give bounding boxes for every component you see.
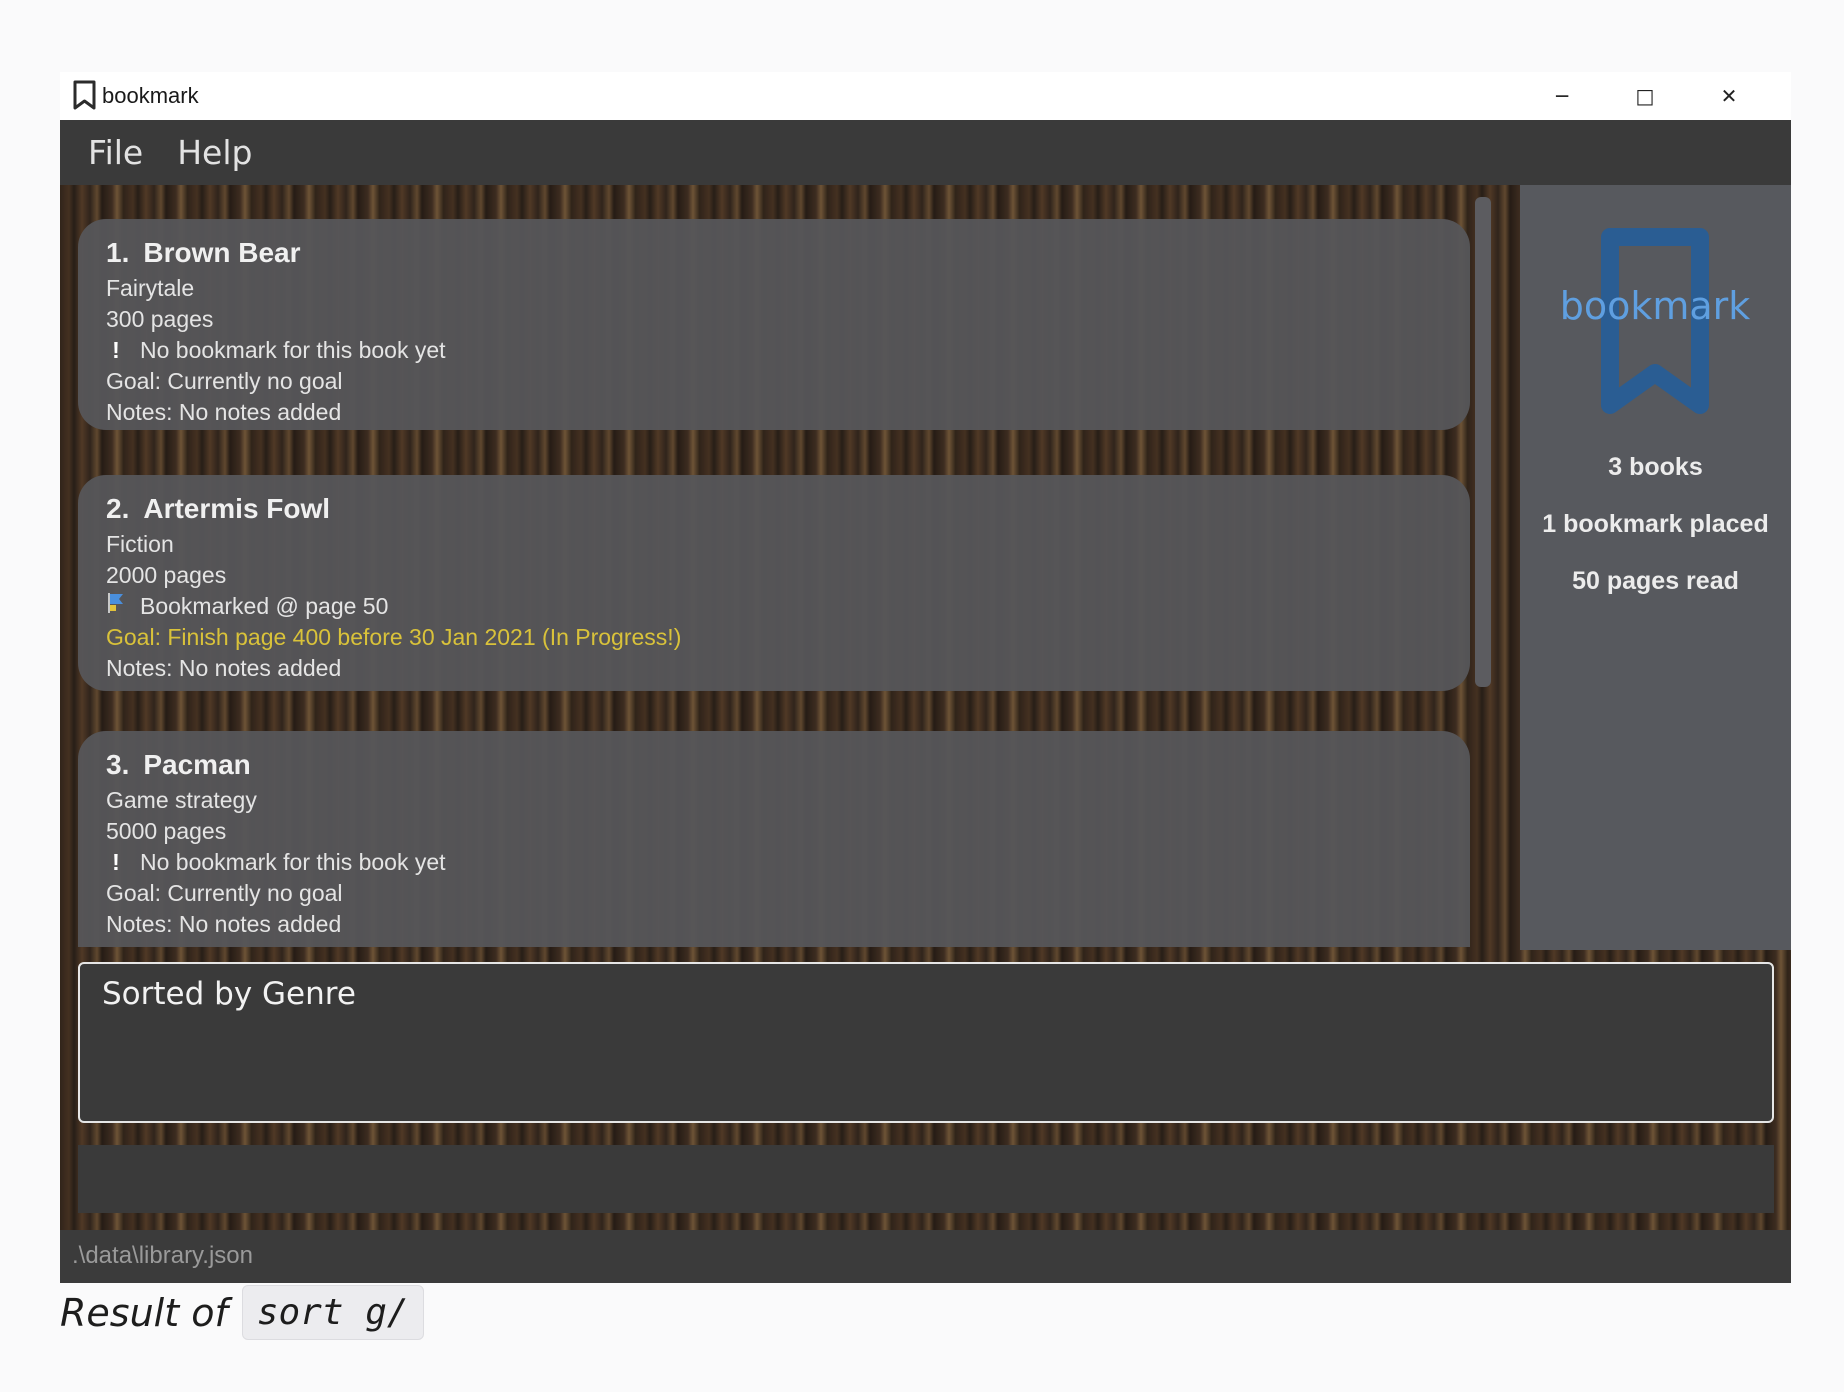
window-title: bookmark (102, 83, 199, 108)
close-button[interactable]: ✕ (1687, 72, 1771, 120)
maximize-button[interactable]: □ (1603, 72, 1687, 120)
caption: Result of sort g/ (60, 1285, 424, 1340)
caption-text: Result of (60, 1290, 228, 1335)
result-display: Sorted by Genre (78, 962, 1774, 1123)
book-title: Pacman (143, 749, 251, 780)
book-goal: Goal: Finish page 400 before 30 Jan 2021… (106, 624, 682, 650)
book-bookmark-row: Bookmarked @ page 50 (106, 591, 1470, 622)
book-goal: Goal: Currently no goal (106, 368, 343, 394)
book-notes: Notes: No notes added (106, 399, 342, 425)
stat-pages-read: 50 pages read (1572, 567, 1739, 595)
bookmark-flag-icon (106, 591, 126, 622)
logo-text: bookmark (1560, 284, 1751, 328)
book-title: Brown Bear (143, 237, 301, 268)
book-bookmark-row: ! No bookmark for this book yet (106, 847, 1470, 878)
book-index: 1. (106, 237, 130, 268)
book-list[interactable]: 1. Brown Bear Fairytale 300 pages ! No b… (78, 219, 1478, 954)
menu-file[interactable]: File (88, 133, 143, 172)
book-pages: 300 pages (106, 306, 214, 332)
exclamation-icon: ! (112, 337, 120, 363)
page: bookmark ─ □ ✕ File Help 1. Brown Bear F… (0, 0, 1844, 1392)
book-pages: 5000 pages (106, 818, 227, 844)
book-bookmark: No bookmark for this book yet (140, 337, 446, 363)
title-bar[interactable]: bookmark ─ □ ✕ (60, 72, 1791, 120)
book-index: 2. (106, 493, 130, 524)
stat-books-count: 3 books (1608, 453, 1703, 481)
book-bookmark: No bookmark for this book yet (140, 849, 446, 875)
book-title: Artermis Fowl (143, 493, 331, 524)
app-body: File Help 1. Brown Bear Fairytale 300 pa… (60, 120, 1791, 1283)
list-scrollbar[interactable] (1475, 197, 1491, 687)
book-card-title: 2. Artermis Fowl (106, 493, 1470, 525)
minimize-button[interactable]: ─ (1520, 72, 1604, 120)
book-notes: Notes: No notes added (106, 655, 342, 681)
book-card-title: 1. Brown Bear (106, 237, 1470, 269)
app-window: bookmark ─ □ ✕ File Help 1. Brown Bear F… (60, 72, 1791, 1283)
stat-bookmarks-placed: 1 bookmark placed (1542, 510, 1769, 538)
status-bar-file-path: .\data\library.json (60, 1230, 1791, 1283)
book-genre: Game strategy (106, 787, 257, 813)
bookmark-app-icon (73, 80, 96, 110)
bookshelf-background: 1. Brown Bear Fairytale 300 pages ! No b… (60, 185, 1791, 1230)
book-notes: Notes: No notes added (106, 911, 342, 937)
book-card[interactable]: 1. Brown Bear Fairytale 300 pages ! No b… (78, 219, 1470, 430)
exclamation-icon: ! (112, 849, 120, 875)
command-box[interactable] (78, 1145, 1774, 1213)
stats-panel: bookmark 3 books 1 bookmark placed 50 pa… (1520, 185, 1791, 950)
book-pages: 2000 pages (106, 562, 227, 588)
book-genre: Fairytale (106, 275, 195, 301)
caption-command-code: sort g/ (241, 1285, 424, 1340)
book-card[interactable]: 2. Artermis Fowl Fiction 2000 pages Book… (78, 475, 1470, 691)
book-bookmark-row: ! No bookmark for this book yet (106, 335, 1470, 366)
bookmark-logo-icon: bookmark (1560, 228, 1751, 414)
book-genre: Fiction (106, 531, 174, 557)
command-input[interactable] (78, 1145, 1774, 1213)
menu-help[interactable]: Help (177, 133, 252, 172)
menu-bar: File Help (60, 120, 1791, 185)
book-goal: Goal: Currently no goal (106, 880, 343, 906)
book-card[interactable]: 3. Pacman Game strategy 5000 pages ! No … (78, 731, 1470, 947)
book-bookmark: Bookmarked @ page 50 (140, 593, 389, 619)
book-index: 3. (106, 749, 130, 780)
book-card-title: 3. Pacman (106, 749, 1470, 781)
